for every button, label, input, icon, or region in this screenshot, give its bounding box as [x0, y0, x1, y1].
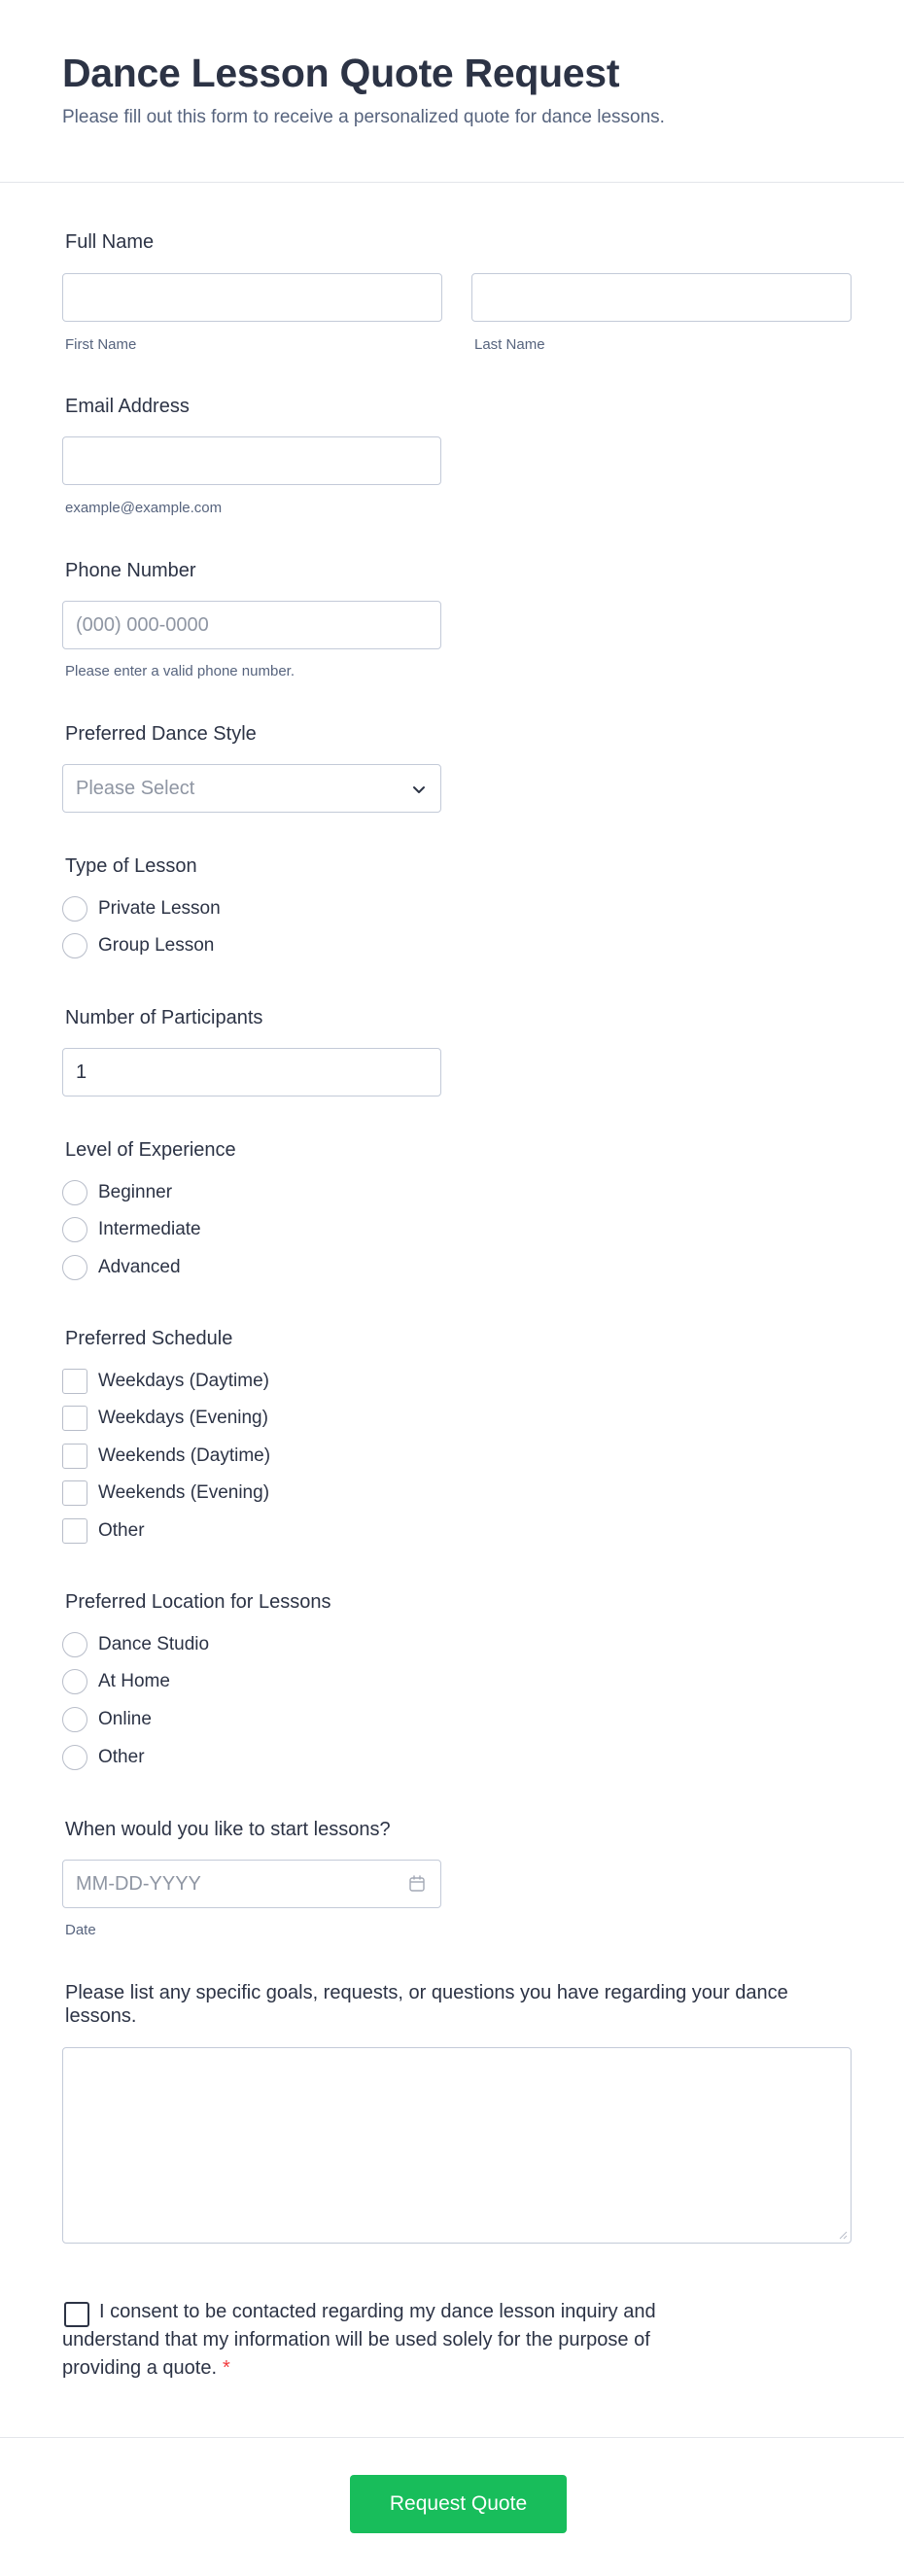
- page-subtitle: Please fill out this form to receive a p…: [62, 107, 665, 127]
- goals-textarea[interactable]: [62, 2047, 852, 2244]
- phone-placeholder: (000) 000-0000: [76, 614, 209, 636]
- phone-sublabel: Please enter a valid phone number.: [65, 663, 295, 679]
- option-label: Weekdays (Daytime): [98, 1371, 269, 1391]
- form-header: Dance Lesson Quote Request Please fill o…: [0, 0, 904, 183]
- start-date-input[interactable]: MM-DD-YYYY: [62, 1860, 441, 1908]
- first-name-input[interactable]: [62, 273, 442, 322]
- goals-label: Please list any specific goals, requests…: [65, 1982, 788, 2027]
- checkbox[interactable]: [62, 1406, 87, 1431]
- first-name-sublabel: First Name: [65, 336, 137, 353]
- radio-button[interactable]: [62, 1217, 87, 1242]
- radio-button[interactable]: [62, 1745, 87, 1770]
- radio-button[interactable]: [62, 896, 87, 922]
- phone-label: Phone Number: [65, 560, 196, 581]
- option-label: Other: [98, 1520, 145, 1541]
- option-label: Other: [98, 1747, 145, 1767]
- email-sublabel: example@example.com: [65, 500, 223, 516]
- checkbox[interactable]: [62, 1369, 87, 1394]
- required-mark: *: [223, 2357, 230, 2379]
- option-label: Dance Studio: [98, 1634, 210, 1654]
- option-label: Beginner: [98, 1182, 173, 1202]
- dance-style-selected: Please Select: [76, 778, 195, 799]
- radio-button[interactable]: [62, 933, 87, 958]
- last-name-input[interactable]: [471, 273, 852, 322]
- radio-button[interactable]: [62, 1669, 87, 1694]
- dance-style-label: Preferred Dance Style: [65, 723, 257, 745]
- radio-button[interactable]: [62, 1707, 87, 1732]
- option-label: Online: [98, 1709, 152, 1729]
- radio-button[interactable]: [62, 1632, 87, 1657]
- option-label: Advanced: [98, 1257, 181, 1277]
- consent-label: I consent to be contacted regarding my d…: [62, 2301, 656, 2379]
- dance-style-select[interactable]: Please Select: [62, 764, 441, 813]
- participants-label: Number of Participants: [65, 1007, 263, 1028]
- option-label: At Home: [98, 1671, 170, 1691]
- phone-input[interactable]: (000) 000-0000: [62, 601, 441, 649]
- consent-text: I consent to be contacted regarding my d…: [62, 2298, 723, 2383]
- option-label: Weekends (Evening): [98, 1482, 270, 1503]
- email-label: Email Address: [65, 396, 190, 417]
- option-label: Intermediate: [98, 1219, 201, 1239]
- participants-input[interactable]: 1: [62, 1048, 441, 1097]
- email-input[interactable]: [62, 436, 441, 485]
- calendar-icon[interactable]: [407, 1874, 427, 1894]
- option-label: Group Lesson: [98, 935, 215, 956]
- start-date-placeholder: MM-DD-YYYY: [76, 1873, 201, 1895]
- option-label: Private Lesson: [98, 898, 221, 919]
- checkbox[interactable]: [62, 1480, 87, 1506]
- location-label: Preferred Location for Lessons: [65, 1591, 331, 1613]
- radio-button[interactable]: [62, 1255, 87, 1280]
- resize-handle-icon[interactable]: [838, 2230, 848, 2240]
- last-name-sublabel: Last Name: [474, 336, 545, 353]
- start-date-sublabel: Date: [65, 1922, 96, 1938]
- chevron-down-icon: [413, 786, 425, 793]
- option-label: Weekdays (Evening): [98, 1408, 268, 1428]
- full-name-label: Full Name: [65, 231, 155, 253]
- schedule-label: Preferred Schedule: [65, 1328, 233, 1349]
- start-date-label: When would you like to start lessons?: [65, 1819, 391, 1840]
- request-quote-button[interactable]: Request Quote: [350, 2475, 567, 2533]
- checkbox[interactable]: [62, 1518, 87, 1544]
- experience-label: Level of Experience: [65, 1139, 236, 1161]
- checkbox[interactable]: [62, 1444, 87, 1469]
- radio-button[interactable]: [62, 1180, 87, 1205]
- participants-value: 1: [76, 1062, 87, 1083]
- lesson-type-label: Type of Lesson: [65, 855, 197, 877]
- option-label: Weekends (Daytime): [98, 1445, 271, 1466]
- page-title: Dance Lesson Quote Request: [62, 51, 620, 95]
